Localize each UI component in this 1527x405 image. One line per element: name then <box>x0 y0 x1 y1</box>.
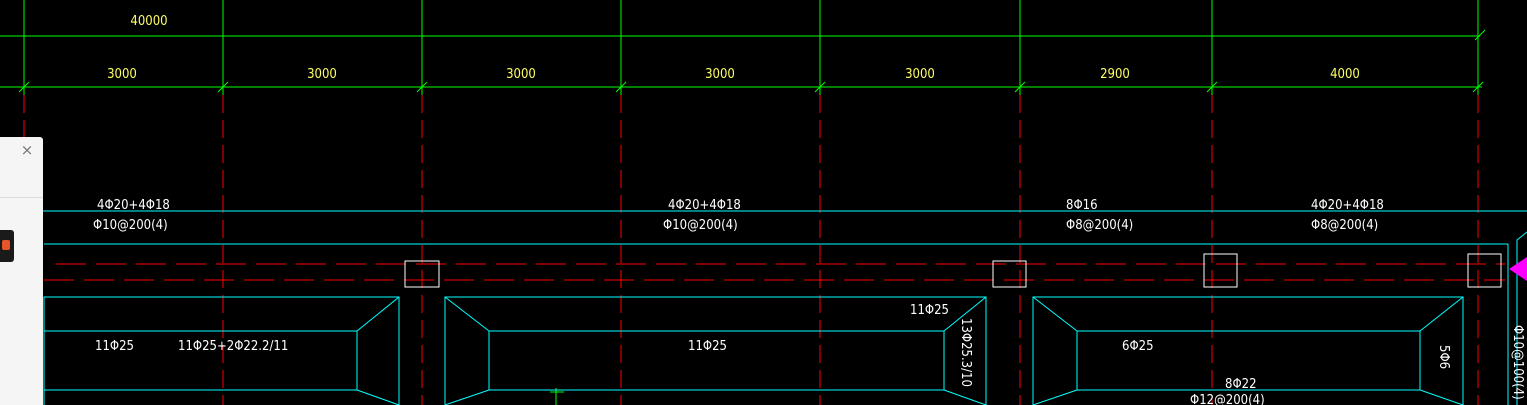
cursor-marker-icon <box>1509 257 1527 281</box>
beam-outlines <box>0 210 1527 405</box>
beam-stirrup-text: Φ8@200(4) <box>1311 218 1378 233</box>
beam-annotation-texts: 4Φ20+4Φ18 Φ10@200(4) 4Φ20+4Φ18 Φ10@200(4… <box>93 198 1384 233</box>
slab-corner-line <box>444 296 490 332</box>
slab-corner-line <box>356 296 400 332</box>
bay-dimension-text: 3000 <box>307 67 337 82</box>
bay-dimension-text: 3000 <box>107 67 137 82</box>
vertical-rebar-text: Φ10@100(4) <box>1510 325 1525 400</box>
slab-corner-line <box>356 389 400 405</box>
slab-rebar-text: 11Φ25+2Φ22.2/11 <box>178 339 288 354</box>
slab-corner-line <box>1032 389 1078 405</box>
close-icon[interactable]: × <box>18 141 36 159</box>
column-section <box>992 260 1027 288</box>
bay-dimension-text: 3000 <box>705 67 735 82</box>
slab-rebar-text: 11Φ25 <box>688 339 727 354</box>
axis-lines <box>23 95 1505 405</box>
slab-corner-line <box>444 389 490 405</box>
slab-corner-line <box>1419 296 1464 332</box>
panel-divider <box>0 197 43 198</box>
slab-rebar-text: 8Φ22 <box>1225 377 1257 392</box>
dimension-tick <box>1474 29 1486 41</box>
vertical-rebar-text: 13Φ25.3/10 <box>958 318 973 387</box>
side-panel: × <box>0 137 43 405</box>
slab-corner-line <box>943 389 987 405</box>
dimension-texts: 40000 3000 3000 3000 3000 3000 2900 4000 <box>107 14 1360 82</box>
slab-rebar-text: 6Φ25 <box>1122 339 1154 354</box>
bay-dimension-text: 4000 <box>1330 67 1360 82</box>
bay-dimension-text: 3000 <box>506 67 536 82</box>
app-icon-glyph <box>2 240 10 250</box>
vertical-rebar-text: 5Φ6 <box>1436 345 1451 369</box>
overall-dimension-text: 40000 <box>130 14 167 29</box>
bay-dimension-text: 2900 <box>1100 67 1130 82</box>
slab-rebar-text: Φ12@200(4) <box>1190 393 1265 405</box>
bay-dimension-text: 3000 <box>905 67 935 82</box>
app-icon[interactable] <box>0 230 14 262</box>
beam-stirrup-text: Φ10@200(4) <box>663 218 738 233</box>
beam-main-rebar-text: 4Φ20+4Φ18 <box>1311 198 1384 213</box>
slab-rebar-text: 11Φ25 <box>95 339 134 354</box>
slab-rebar-text: 11Φ25 <box>910 303 949 318</box>
beam-main-rebar-text: 8Φ16 <box>1066 198 1098 213</box>
beam-stirrup-text: Φ10@200(4) <box>93 218 168 233</box>
slab-corner-line <box>1032 296 1078 332</box>
beam-main-rebar-text: 4Φ20+4Φ18 <box>97 198 170 213</box>
beam-stirrup-text: Φ8@200(4) <box>1066 218 1133 233</box>
cad-drawing-canvas[interactable]: 40000 3000 3000 3000 3000 3000 2900 4000… <box>0 0 1527 405</box>
column-section <box>1467 253 1502 288</box>
beam-main-rebar-text: 4Φ20+4Φ18 <box>668 198 741 213</box>
slab-corner-line <box>1419 389 1464 405</box>
column-section <box>1203 253 1238 288</box>
column-sections <box>404 253 1502 288</box>
